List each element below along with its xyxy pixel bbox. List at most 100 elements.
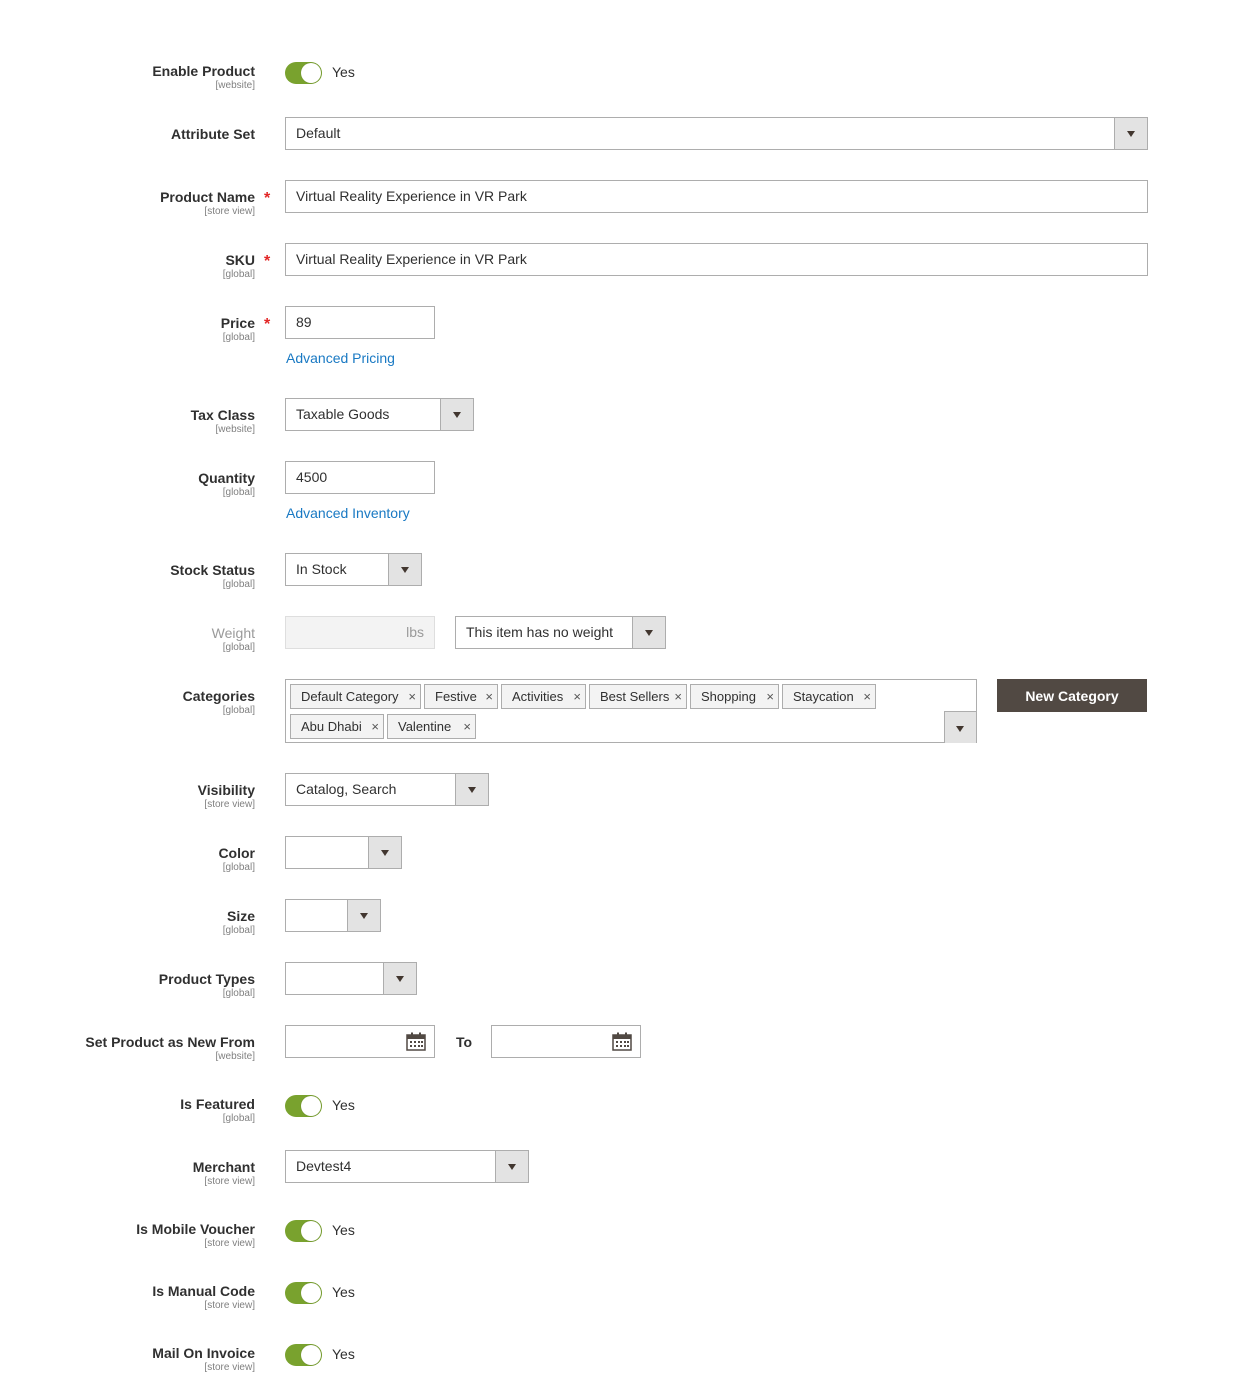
field-quantity: Quantity [global] 4500 Advanced Inventor…	[0, 461, 1233, 531]
quantity-label: Quantity [global]	[198, 469, 255, 499]
product-name-input[interactable]: Virtual Reality Experience in VR Park	[285, 180, 1148, 213]
categories-multiselect[interactable]: Default Category × Festive × Activities × B…	[285, 679, 977, 743]
new-from-scope: [website]	[215, 1051, 255, 1062]
visibility-scope: [store view]	[204, 799, 255, 810]
has-weight-select[interactable]: This item has no weight	[455, 616, 666, 649]
stock-status-dropdown[interactable]	[388, 554, 421, 585]
visibility-dropdown[interactable]	[455, 774, 488, 805]
close-icon[interactable]: ×	[863, 685, 871, 708]
chevron-down-icon	[396, 976, 404, 982]
category-chip: Shopping ×	[690, 684, 779, 709]
calendar-icon[interactable]	[406, 1032, 426, 1051]
merchant-select[interactable]: Devtest4	[285, 1150, 529, 1183]
visibility-value: Catalog, Search	[296, 781, 397, 797]
is-manual-code-scope: [store view]	[204, 1300, 255, 1311]
weight-scope: [global]	[222, 642, 255, 653]
field-product-types: Product Types [global]	[0, 962, 1233, 1002]
category-chip: Abu Dhabi ×	[290, 714, 384, 739]
has-weight-dropdown[interactable]	[632, 617, 665, 648]
is-mobile-voucher-scope: [store view]	[204, 1238, 255, 1249]
color-title: Color	[218, 845, 255, 861]
field-size: Size [global]	[0, 899, 1233, 939]
mail-on-invoice-title: Mail On Invoice	[152, 1345, 255, 1361]
merchant-dropdown[interactable]	[495, 1151, 528, 1182]
new-category-button[interactable]: New Category	[997, 679, 1147, 712]
close-icon[interactable]: ×	[766, 685, 774, 708]
sku-scope: [global]	[222, 269, 255, 280]
advanced-pricing-link[interactable]: Advanced Pricing	[286, 350, 395, 366]
close-icon[interactable]: ×	[371, 715, 379, 738]
tax-class-value: Taxable Goods	[296, 406, 390, 422]
field-is-mobile-voucher: Is Mobile Voucher [store view] Yes	[0, 1220, 1233, 1260]
chevron-down-icon	[508, 1164, 516, 1170]
new-from-date-input[interactable]	[285, 1025, 435, 1058]
chevron-down-icon	[1127, 131, 1135, 137]
field-sku: SKU [global] * Virtual Reality Experienc…	[0, 243, 1233, 283]
close-icon[interactable]: ×	[674, 685, 682, 708]
color-dropdown[interactable]	[368, 837, 401, 868]
close-icon[interactable]: ×	[573, 685, 581, 708]
new-to-date-input[interactable]	[491, 1025, 641, 1058]
has-weight-value: This item has no weight	[466, 624, 614, 640]
mail-on-invoice-toggle[interactable]	[285, 1344, 322, 1366]
enable-product-toggle[interactable]	[285, 62, 322, 84]
categories-dropdown[interactable]	[944, 711, 976, 743]
product-types-dropdown[interactable]	[383, 963, 416, 994]
stock-status-label: Stock Status [global]	[170, 561, 255, 591]
field-tax-class: Tax Class [website] Taxable Goods	[0, 398, 1233, 438]
mail-on-invoice-scope: [store view]	[204, 1362, 255, 1373]
size-select[interactable]	[285, 899, 381, 932]
toggle-knob	[301, 1283, 321, 1303]
product-name-title: Product Name	[160, 189, 255, 205]
merchant-label: Merchant [store view]	[193, 1158, 255, 1188]
price-scope: [global]	[222, 332, 255, 343]
tax-class-dropdown[interactable]	[440, 399, 473, 430]
is-mobile-voucher-title: Is Mobile Voucher	[136, 1221, 255, 1237]
attribute-set-select[interactable]: Default	[285, 117, 1148, 150]
quantity-title: Quantity	[198, 470, 255, 486]
is-manual-code-toggle[interactable]	[285, 1282, 322, 1304]
enable-product-title: Enable Product	[152, 63, 255, 79]
new-to-label: To	[456, 1034, 473, 1050]
is-featured-toggle-text: Yes	[332, 1097, 355, 1113]
color-select[interactable]	[285, 836, 402, 869]
attribute-set-label: Attribute Set	[171, 125, 255, 143]
is-featured-scope: [global]	[222, 1113, 255, 1124]
weight-title: Weight	[211, 625, 255, 641]
is-mobile-voucher-toggle[interactable]	[285, 1220, 322, 1242]
required-mark: *	[264, 316, 271, 333]
field-price: Price [global] * 89 Advanced Pricing	[0, 306, 1233, 376]
size-label: Size [global]	[223, 907, 255, 937]
category-chip: Activities ×	[501, 684, 586, 709]
close-icon[interactable]: ×	[463, 715, 471, 738]
tax-class-label: Tax Class [website]	[191, 406, 255, 436]
field-new-from: Set Product as New From [website] To	[0, 1025, 1233, 1065]
is-featured-title: Is Featured	[180, 1096, 255, 1112]
is-featured-toggle[interactable]	[285, 1095, 322, 1117]
calendar-icon[interactable]	[612, 1032, 632, 1051]
size-dropdown[interactable]	[347, 900, 380, 931]
field-weight: Weight [global] lbs This item has no wei…	[0, 616, 1233, 656]
toggle-knob	[301, 63, 321, 83]
stock-status-select[interactable]: In Stock	[285, 553, 422, 586]
close-icon[interactable]: ×	[485, 685, 493, 708]
field-visibility: Visibility [store view] Catalog, Search	[0, 773, 1233, 813]
price-title: Price	[220, 315, 255, 331]
quantity-input[interactable]: 4500	[285, 461, 435, 494]
weight-label: Weight [global]	[212, 624, 255, 654]
visibility-select[interactable]: Catalog, Search	[285, 773, 489, 806]
attribute-set-dropdown[interactable]	[1114, 118, 1147, 149]
product-types-select[interactable]	[285, 962, 417, 995]
tax-class-select[interactable]: Taxable Goods	[285, 398, 474, 431]
is-manual-code-toggle-text: Yes	[332, 1284, 355, 1300]
field-categories: Categories [global] Default Category × Fe…	[0, 679, 1233, 743]
category-chip: Best Sellers ×	[589, 684, 687, 709]
merchant-scope: [store view]	[204, 1176, 255, 1187]
stock-status-scope: [global]	[222, 579, 255, 590]
price-input[interactable]: 89	[285, 306, 435, 339]
category-chip-label: Best Sellers	[600, 689, 670, 704]
advanced-inventory-link[interactable]: Advanced Inventory	[286, 505, 410, 521]
sku-input[interactable]: Virtual Reality Experience in VR Park	[285, 243, 1148, 276]
close-icon[interactable]: ×	[408, 685, 416, 708]
category-chip-label: Abu Dhabi	[301, 719, 362, 734]
